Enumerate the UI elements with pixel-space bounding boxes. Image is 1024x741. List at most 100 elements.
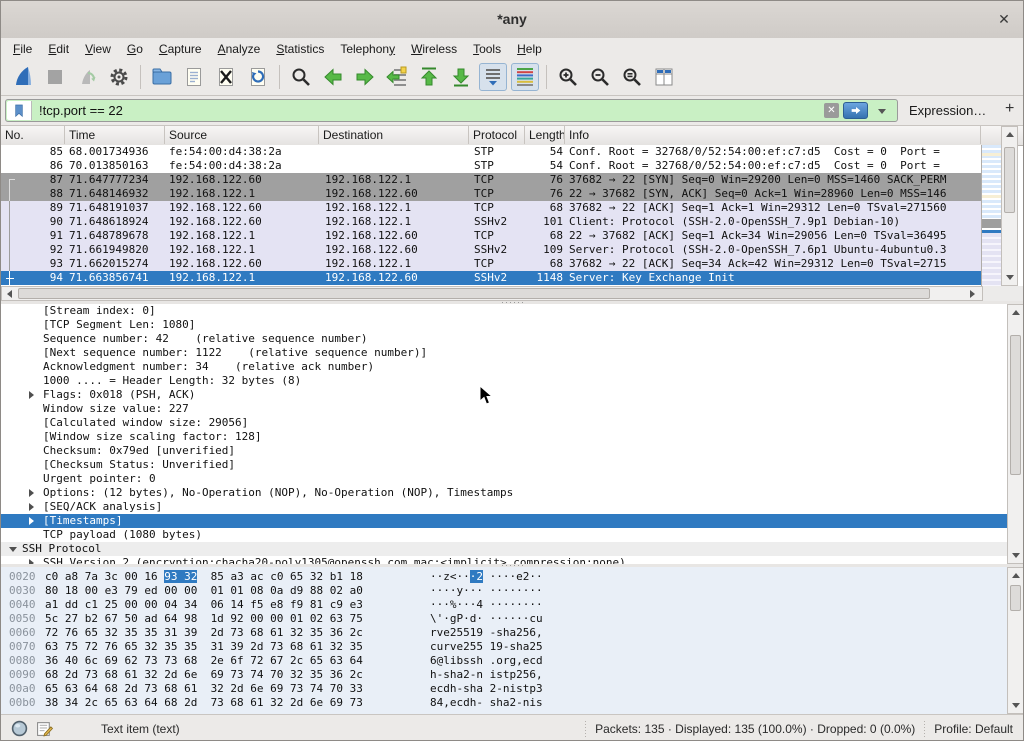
detail-row[interactable]: Urgent pointer: 0 — [1, 472, 1023, 486]
display-filter-input[interactable]: !tcp.port == 22 ✕ — [5, 99, 898, 122]
filter-bookmark-button[interactable] — [7, 101, 32, 120]
profile-status[interactable]: Profile: Default — [934, 722, 1013, 736]
column-header-no[interactable]: No. — [1, 126, 65, 144]
packet-row[interactable]: 8971.648191037192.168.122.60192.168.122.… — [1, 201, 981, 215]
scroll-thumb[interactable] — [1010, 335, 1021, 475]
detail-row[interactable]: Options: (12 bytes), No-Operation (NOP),… — [1, 486, 1023, 500]
packet-row[interactable]: 9171.648789678192.168.122.1192.168.122.6… — [1, 229, 981, 243]
collapse-arrow-icon[interactable] — [29, 489, 34, 497]
scroll-thumb[interactable] — [1004, 147, 1015, 213]
detail-row[interactable]: Window size value: 227 — [1, 402, 1023, 416]
go-forward-button[interactable] — [351, 63, 379, 91]
file-save-button[interactable] — [180, 63, 208, 91]
menu-statistics[interactable]: Statistics — [268, 40, 332, 58]
scroll-left-button[interactable] — [3, 287, 16, 300]
hex-row[interactable]: 003080 18 00 e3 79 ed 00 00 01 01 08 0a … — [1, 584, 1023, 598]
intelligent-scrollbar-minimap[interactable] — [981, 145, 1002, 286]
detail-row[interactable]: SSH Version 2 (encryption:chacha20-poly1… — [1, 556, 1023, 564]
hex-bytes[interactable]: 80 18 00 e3 79 ed 00 00 01 01 08 0a d9 8… — [45, 584, 363, 598]
ascii-bytes[interactable]: ···%···4 ········ — [430, 598, 543, 612]
details-vscrollbar[interactable] — [1007, 304, 1024, 564]
scroll-up-button[interactable] — [1008, 306, 1023, 319]
go-back-button[interactable] — [319, 63, 347, 91]
zoom-out-button[interactable] — [586, 63, 614, 91]
hex-bytes[interactable]: 72 76 65 32 35 35 31 39 2d 73 68 61 32 3… — [45, 626, 363, 640]
detail-row[interactable]: [Stream index: 0] — [1, 304, 1023, 318]
detail-row[interactable]: Flags: 0x018 (PSH, ACK) — [1, 388, 1023, 402]
ascii-bytes[interactable]: rve25519 -sha256, — [430, 626, 543, 640]
ascii-bytes[interactable]: 84,ecdh- sha2-nis — [430, 696, 543, 710]
menu-edit[interactable]: Edit — [40, 40, 77, 58]
hex-bytes[interactable]: c0 a8 7a 3c 00 16 93 32 85 a3 ac c0 65 3… — [45, 570, 363, 584]
ascii-bytes[interactable]: ecdh-sha 2-nistp3 — [430, 682, 543, 696]
zoom-in-button[interactable] — [554, 63, 582, 91]
column-header-time[interactable]: Time — [65, 126, 165, 144]
hex-row[interactable]: 007063 75 72 76 65 32 35 35 31 39 2d 73 … — [1, 640, 1023, 654]
ascii-bytes[interactable]: 6@libssh .org,ecd — [430, 654, 543, 668]
packet-row[interactable]: 8771.647777234192.168.122.60192.168.122.… — [1, 173, 981, 187]
column-header-destination[interactable]: Destination — [319, 126, 469, 144]
ascii-bytes[interactable]: curve255 19-sha25 — [430, 640, 543, 654]
collapse-arrow-icon[interactable] — [29, 503, 34, 511]
capture-restart-button[interactable] — [73, 63, 101, 91]
packet-row[interactable]: 9371.662015274192.168.122.60192.168.122.… — [1, 257, 981, 271]
hex-row[interactable]: 00a065 63 64 68 2d 73 68 61 32 2d 6e 69 … — [1, 682, 1023, 696]
column-header-protocol[interactable]: Protocol — [469, 126, 525, 144]
go-last-button[interactable] — [447, 63, 475, 91]
filter-expression-text[interactable]: !tcp.port == 22 — [39, 103, 123, 118]
go-first-button[interactable] — [415, 63, 443, 91]
column-header-info[interactable]: Info — [565, 126, 981, 144]
scroll-thumb[interactable] — [18, 288, 930, 299]
menu-view[interactable]: View — [77, 40, 119, 58]
hex-bytes[interactable]: 38 34 2c 65 63 64 68 2d 73 68 61 32 2d 6… — [45, 696, 363, 710]
capture-comment-button[interactable] — [36, 720, 53, 737]
packet-row[interactable]: 8670.013850163fe:54:00:d4:38:2aSTP54Conf… — [1, 159, 981, 173]
detail-row[interactable]: Acknowledgment number: 34 (relative ack … — [1, 360, 1023, 374]
close-window-button[interactable]: ✕ — [995, 10, 1013, 28]
scroll-down-button[interactable] — [1002, 271, 1017, 284]
detail-row[interactable]: [Window size scaling factor: 128] — [1, 430, 1023, 444]
detail-row[interactable]: [TCP Segment Len: 1080] — [1, 318, 1023, 332]
column-header-length[interactable]: Length — [525, 126, 565, 144]
detail-row[interactable]: [SEQ/ACK analysis] — [1, 500, 1023, 514]
colorize-toggle[interactable] — [511, 63, 539, 91]
hex-bytes[interactable]: 68 2d 73 68 61 32 2d 6e 69 73 74 70 32 3… — [45, 668, 363, 682]
menu-file[interactable]: File — [5, 40, 40, 58]
menu-wireless[interactable]: Wireless — [403, 40, 465, 58]
auto-scroll-toggle[interactable] — [479, 63, 507, 91]
capture-start-button[interactable] — [9, 63, 37, 91]
filter-clear-button[interactable]: ✕ — [824, 103, 839, 118]
column-header-source[interactable]: Source — [165, 126, 319, 144]
packet-list-vscrollbar[interactable] — [1001, 126, 1018, 286]
file-open-button[interactable] — [148, 63, 176, 91]
menu-tools[interactable]: Tools — [465, 40, 509, 58]
collapse-arrow-icon[interactable] — [29, 517, 34, 525]
packet-row[interactable]: 9271.661949820192.168.122.1192.168.122.6… — [1, 243, 981, 257]
detail-row[interactable]: [Checksum Status: Unverified] — [1, 458, 1023, 472]
hex-bytes[interactable]: 65 63 64 68 2d 73 68 61 32 2d 6e 69 73 7… — [45, 682, 363, 696]
detail-row[interactable]: SSH Protocol — [1, 542, 1023, 556]
detail-row[interactable]: TCP payload (1080 bytes) — [1, 528, 1023, 542]
hex-row[interactable]: 009068 2d 73 68 61 32 2d 6e 69 73 74 70 … — [1, 668, 1023, 682]
detail-row[interactable]: 1000 .... = Header Length: 32 bytes (8) — [1, 374, 1023, 388]
menu-go[interactable]: Go — [119, 40, 151, 58]
scroll-up-button[interactable] — [1002, 128, 1017, 141]
hex-row[interactable]: 0020c0 a8 7a 3c 00 16 93 32 85 a3 ac c0 … — [1, 570, 1023, 584]
scroll-right-button[interactable] — [966, 287, 979, 300]
zoom-original-button[interactable] — [618, 63, 646, 91]
hex-row[interactable]: 00505c 27 b2 67 50 ad 64 98 1d 92 00 00 … — [1, 612, 1023, 626]
hex-bytes[interactable]: 5c 27 b2 67 50 ad 64 98 1d 92 00 00 01 0… — [45, 612, 363, 626]
packet-list-hscrollbar[interactable] — [1, 286, 983, 301]
menu-analyze[interactable]: Analyze — [210, 40, 269, 58]
ascii-bytes[interactable]: \'·gP·d· ······cu — [430, 612, 543, 626]
hex-row[interactable]: 006072 76 65 32 35 35 31 39 2d 73 68 61 … — [1, 626, 1023, 640]
capture-stop-button[interactable] — [41, 63, 69, 91]
packet-row[interactable]: 9471.663856741192.168.122.1192.168.122.6… — [1, 271, 981, 285]
bytes-vscrollbar[interactable] — [1007, 567, 1024, 714]
expert-info-button[interactable] — [11, 720, 28, 737]
expression-button[interactable]: Expression… — [909, 103, 986, 118]
collapse-arrow-icon[interactable] — [29, 391, 34, 399]
detail-row[interactable]: [Timestamps] — [1, 514, 1023, 528]
hex-bytes[interactable]: 63 75 72 76 65 32 35 35 31 39 2d 73 68 6… — [45, 640, 363, 654]
find-packet-button[interactable] — [287, 63, 315, 91]
